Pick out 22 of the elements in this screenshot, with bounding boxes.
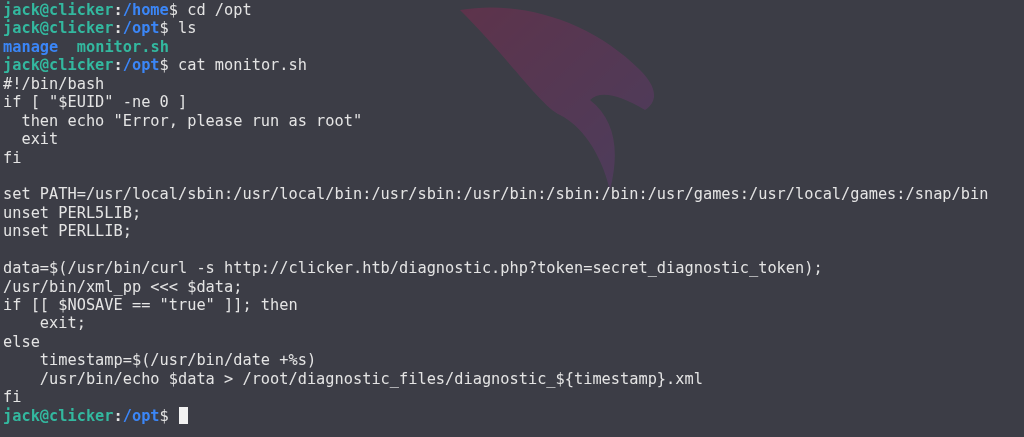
script-line: /usr/bin/xml_pp <<< $data;	[3, 277, 243, 296]
script-line: /usr/bin/echo $data > /root/diagnostic_files/diagnostic_${timestamp}.xml	[38, 369, 703, 389]
script-line: then echo "Error, please run as root"	[20, 111, 363, 131]
script-line: unset PERLLIB;	[3, 222, 132, 241]
script-line: unset PERL5LIB;	[3, 203, 142, 223]
file-name: monitor.sh	[76, 37, 169, 56]
script-line: timestamp=$(/usr/bin/date +%s)	[38, 351, 317, 370]
script-line: fi	[3, 388, 22, 407]
script-line: set PATH=/usr/local/sbin:/usr/local/bin:/usr/sbin:/usr/bin:/sbin:/bin:/usr/games:/usr/local/games:/snap/bin	[3, 185, 989, 204]
script-line: #!/bin/bash	[3, 74, 105, 94]
script-line: exit;	[38, 314, 86, 333]
script-line: if [[ $NOSAVE == "true" ]]; then	[3, 296, 298, 315]
prompt-line: jack@clicker:/home$ cd /opt	[3, 1, 252, 20]
script-line: fi	[3, 148, 22, 167]
script-line: exit	[20, 130, 59, 149]
prompt-line: jack@clicker:/opt$ ls	[3, 19, 197, 38]
prompt-line: jack@clicker:/opt$ cat monitor.sh	[3, 56, 307, 75]
script-line: if [ "$EUID" -ne 0 ]	[3, 93, 188, 112]
prompt-line: jack@clicker:/opt$	[3, 406, 170, 426]
file-name: manage	[3, 37, 59, 56]
script-line: else	[3, 332, 40, 352]
script-line: data=$(/usr/bin/curl -s http://clicker.htb/diagnostic.php?token=secret_diagnostic_token);	[3, 259, 823, 278]
